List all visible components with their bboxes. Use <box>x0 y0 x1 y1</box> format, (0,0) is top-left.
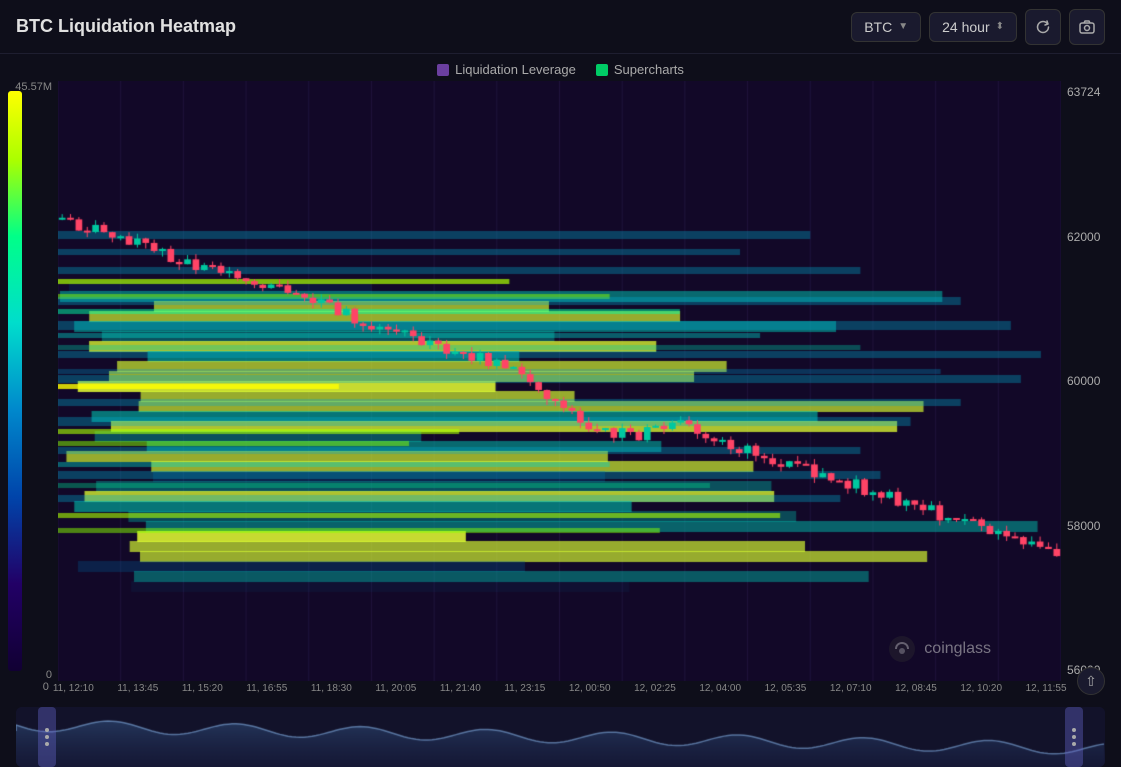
x-axis-label: 11, 15:20 <box>182 683 223 694</box>
y-axis-right-3: 58000 <box>1067 519 1100 533</box>
chart-area: 45.57M 0 coinglass 63724 62000 60000 580… <box>0 81 1121 681</box>
y-axis-right-2: 60000 <box>1067 374 1100 388</box>
handle-dots-left <box>45 728 49 746</box>
legend: Liquidation Leverage Supercharts <box>0 54 1121 81</box>
minimap-handle-left[interactable] <box>38 707 56 767</box>
x-axis-label: 12, 08:45 <box>895 683 937 694</box>
legend-item-liquidation: Liquidation Leverage <box>437 62 576 77</box>
watermark-text: coinglass <box>924 640 991 658</box>
x-axis-row: 0 11, 12:1011, 13:4511, 15:2011, 16:5511… <box>0 681 1121 703</box>
heatmap-canvas-wrap[interactable]: coinglass <box>58 81 1061 681</box>
handle-dot <box>45 742 49 746</box>
asset-dropdown[interactable]: BTC ▼ <box>851 12 921 42</box>
refresh-icon <box>1035 19 1051 35</box>
x-axis-label: 12, 11:55 <box>1026 683 1067 694</box>
header: BTC Liquidation Heatmap BTC ▼ 24 hour ⬍ <box>0 0 1121 54</box>
heatmap-canvas <box>58 81 1061 681</box>
x-axis-label: 12, 00:50 <box>569 683 611 694</box>
minimap-area[interactable] <box>16 707 1105 767</box>
asset-dropdown-chevron: ▼ <box>898 21 908 32</box>
screenshot-button[interactable] <box>1069 9 1105 45</box>
controls-area: BTC ▼ 24 hour ⬍ <box>851 9 1105 45</box>
x-axis-labels: 11, 12:10 11, 13:45 11, 15:20 11, 16:55 11, … <box>53 681 1067 696</box>
y-axis-left: 45.57M 0 <box>0 81 58 681</box>
minimap-canvas <box>16 707 1105 767</box>
zero-label: 0 <box>0 681 53 693</box>
legend-label-liquidation: Liquidation Leverage <box>455 62 576 77</box>
chevron-up-icon: ⇧ <box>1085 673 1097 690</box>
page-title: BTC Liquidation Heatmap <box>16 16 851 37</box>
x-axis-label: 11, 23:15 <box>504 683 545 694</box>
x-axis-label: 12, 04:00 <box>699 683 741 694</box>
x-axis-label: 11, 13:45 <box>117 683 158 694</box>
legend-dot-supercharts <box>596 64 608 76</box>
minimap-handle-right[interactable] <box>1065 707 1083 767</box>
handle-dot <box>1072 742 1076 746</box>
x-axis-label: 12, 10:20 <box>960 683 1002 694</box>
legend-item-supercharts: Supercharts <box>596 62 684 77</box>
color-gradient-bar <box>8 91 22 671</box>
handle-dot <box>45 735 49 739</box>
y-axis-right-1: 62000 <box>1067 230 1100 244</box>
refresh-button[interactable] <box>1025 9 1061 45</box>
handle-dot <box>1072 735 1076 739</box>
handle-dots-right <box>1072 728 1076 746</box>
legend-label-supercharts: Supercharts <box>614 62 684 77</box>
timeframe-dropdown-label: 24 hour <box>942 19 989 35</box>
x-axis-label: 11, 21:40 <box>440 683 481 694</box>
x-axis-label: 11, 20:05 <box>375 683 416 694</box>
x-axis-label: 12, 05:35 <box>765 683 807 694</box>
x-axis-label: 11, 18:30 <box>311 683 352 694</box>
y-axis-right: 63724 62000 60000 58000 56000 <box>1061 81 1121 681</box>
timeframe-dropdown[interactable]: 24 hour ⬍ <box>929 12 1017 42</box>
coinglass-logo-icon <box>888 635 916 663</box>
y-axis-right-0: 63724 <box>1067 85 1100 99</box>
legend-dot-liquidation <box>437 64 449 76</box>
x-axis-label: 12, 02:25 <box>634 683 676 694</box>
handle-dot <box>45 728 49 732</box>
camera-icon <box>1079 19 1095 35</box>
x-axis-label: 11, 16:55 <box>246 683 287 694</box>
x-axis-label: 11, 12:10 <box>53 683 94 694</box>
watermark: coinglass <box>888 635 991 663</box>
y-axis-left-bottom: 0 <box>18 669 52 681</box>
x-axis-label: 12, 07:10 <box>830 683 872 694</box>
handle-dot <box>1072 728 1076 732</box>
scroll-up-button[interactable]: ⇧ <box>1077 667 1105 695</box>
timeframe-dropdown-chevron: ⬍ <box>996 21 1004 32</box>
asset-dropdown-label: BTC <box>864 19 892 35</box>
